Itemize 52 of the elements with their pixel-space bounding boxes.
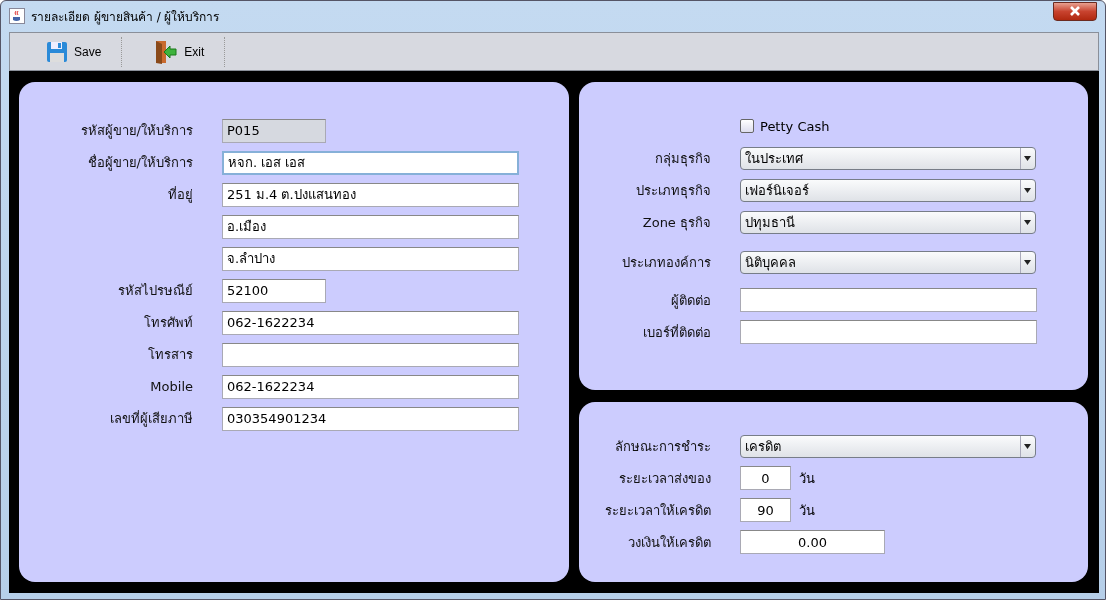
- door-arrow-icon: [154, 39, 179, 64]
- input-field[interactable]: 90: [740, 498, 791, 522]
- field-label: ที่อยู่: [167, 185, 193, 205]
- field-label: ประเภทองค์การ: [621, 253, 711, 272]
- caret-icon: [1024, 219, 1031, 225]
- cup-icon: [9, 8, 25, 24]
- input-field[interactable]: 52100: [222, 278, 326, 303]
- input-field[interactable]: [740, 320, 1037, 344]
- field-label: รหัสผู้ขาย/ให้บริการ: [79, 122, 193, 141]
- input-field[interactable]: 0.00: [740, 530, 885, 554]
- field-label: เบอร์ที่ติดต่อ: [642, 323, 711, 342]
- input-field[interactable]: [740, 288, 1037, 312]
- input-field[interactable]: [222, 342, 519, 367]
- input-field[interactable]: 0: [740, 466, 791, 490]
- field-label: ประเภทธุรกิจ: [635, 181, 711, 201]
- field-label: ลักษณะการชำระ: [614, 437, 711, 456]
- dropdown[interactable]: ปทุมธานี: [740, 210, 1036, 234]
- unit-label: วัน: [799, 501, 815, 520]
- dropdown[interactable]: ในประเทศ: [740, 146, 1036, 170]
- input-field[interactable]: จ.ลำปาง: [222, 246, 519, 271]
- caret-icon: [1024, 259, 1031, 265]
- dropdown[interactable]: เฟอร์นิเจอร์: [740, 178, 1036, 202]
- field-label: รหัสไปรษณีย์: [117, 282, 193, 301]
- input-field[interactable]: 030354901234: [222, 406, 519, 431]
- input-field[interactable]: 251 ม.4 ต.ปงแสนทอง: [222, 182, 519, 207]
- field-label: โทรศัพท์: [143, 314, 193, 333]
- window-title: รายละเอียด ผู้ขายสินค้า / ผู้ให้บริการ: [31, 8, 221, 26]
- field-label: โทรสาร: [147, 346, 193, 365]
- dropdown[interactable]: นิติบุคคล: [740, 250, 1036, 274]
- caret-icon: [1024, 155, 1031, 161]
- dropdown[interactable]: เครดิต: [740, 434, 1036, 458]
- close-button[interactable]: [1053, 1, 1097, 21]
- unit-label: วัน: [799, 469, 815, 488]
- toolbar-button[interactable]: Save: [24, 35, 122, 68]
- input-field[interactable]: หจก. เอส เอส: [222, 150, 519, 175]
- caret-icon: [1024, 187, 1031, 193]
- toolbar-button[interactable]: Exit: [132, 35, 225, 68]
- field-label: ชื่อผู้ขาย/ให้บริการ: [86, 153, 193, 173]
- close-icon: [1069, 6, 1081, 16]
- field-label: กลุ่มธุรกิจ: [654, 149, 711, 169]
- field-label: Zone ธุรกิจ: [641, 213, 711, 233]
- field-label: ระยะเวลาส่งของ: [618, 469, 711, 488]
- input-field[interactable]: 062-1622234: [222, 310, 519, 335]
- input-field[interactable]: อ.เมือง: [222, 214, 519, 239]
- input-field[interactable]: 062-1622234: [222, 374, 519, 399]
- field-label: เลขที่ผู้เสียภาษี: [109, 409, 193, 429]
- field-label: Mobile: [149, 379, 193, 395]
- caret-icon: [1024, 443, 1031, 449]
- field-label: ระยะเวลาให้เครดิต: [604, 501, 711, 520]
- petty-cash-checkbox[interactable]: Petty Cash: [740, 118, 830, 134]
- field-label: ผู้ติดต่อ: [670, 291, 711, 311]
- field-label: วงเงินให้เครดิต: [627, 533, 711, 552]
